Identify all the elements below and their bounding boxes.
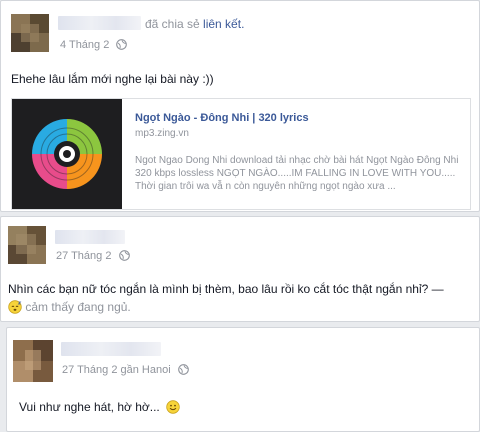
timestamp[interactable]: 4 Tháng 2 [60, 39, 109, 51]
post-3: 27 Tháng 2 gần Hanoi Vui như nghe hát, h… [6, 327, 480, 432]
sleepy-emoji-icon [8, 300, 22, 318]
feeling-text[interactable]: cảm thấy đang ngủ. [25, 300, 130, 314]
timestamp[interactable]: 27 Tháng 2 gần Hanoi [62, 364, 171, 376]
post-text-content: Vui như nghe hát, hờ hờ... [19, 400, 160, 414]
avatar[interactable] [8, 226, 46, 264]
author-name-blurred[interactable] [61, 342, 161, 356]
smile-emoji-icon [166, 400, 180, 418]
globe-icon[interactable] [177, 364, 189, 378]
share-link[interactable]: liên kết. [203, 17, 244, 31]
card-title[interactable]: Ngọt Ngào - Đông Nhi | 320 lyrics [135, 112, 309, 124]
globe-icon[interactable] [118, 250, 130, 264]
feeling-line: cảm thấy đang ngủ. [8, 299, 473, 318]
post-text: Ehehe lâu lắm mới nghe lại bài này :)) [11, 72, 214, 86]
post-1: đã chia sẻ liên kết. 4 Tháng 2 Ehehe lâu… [0, 0, 480, 212]
post-2: 27 Tháng 2 Nhìn các bạn nữ tóc ngắn là m… [0, 216, 480, 322]
card-description: Ngot Ngao Dong Nhi download tải nhạc chờ… [135, 154, 465, 193]
post-time: 27 Tháng 2 [56, 250, 130, 264]
author-name-blurred[interactable] [55, 230, 125, 244]
post-text: Nhìn các bạn nữ tóc ngắn là mình bị thèm… [8, 281, 473, 318]
avatar[interactable] [13, 340, 53, 382]
post-text-line: Nhìn các bạn nữ tóc ngắn là mình bị thèm… [8, 282, 444, 296]
desc-line: Thời gian trôi wa vẫ n còn nguyên những … [135, 181, 396, 192]
card-thumbnail[interactable] [12, 99, 122, 209]
avatar[interactable] [11, 14, 49, 52]
vinyl-disc-icon [12, 99, 122, 209]
post-time: 27 Tháng 2 gần Hanoi [62, 364, 189, 378]
desc-line: Ngot Ngao Dong Nhi download tải nhạc chờ… [135, 155, 459, 166]
timestamp[interactable]: 27 Tháng 2 [56, 250, 111, 262]
card-domain: mp3.zing.vn [135, 128, 189, 139]
desc-line: 320 kbps lossless NGỌT NGÀO.....IM FALLI… [135, 168, 456, 179]
post-time: 4 Tháng 2 [60, 39, 128, 53]
post-text: Vui như nghe hát, hờ hờ... [19, 399, 180, 418]
share-line: đã chia sẻ liên kết. [145, 17, 244, 31]
author-name-blurred[interactable] [58, 16, 141, 30]
share-prefix: đã chia sẻ [145, 17, 200, 31]
link-card[interactable]: Ngọt Ngào - Đông Nhi | 320 lyrics mp3.zi… [11, 98, 471, 210]
globe-icon[interactable] [116, 39, 128, 53]
